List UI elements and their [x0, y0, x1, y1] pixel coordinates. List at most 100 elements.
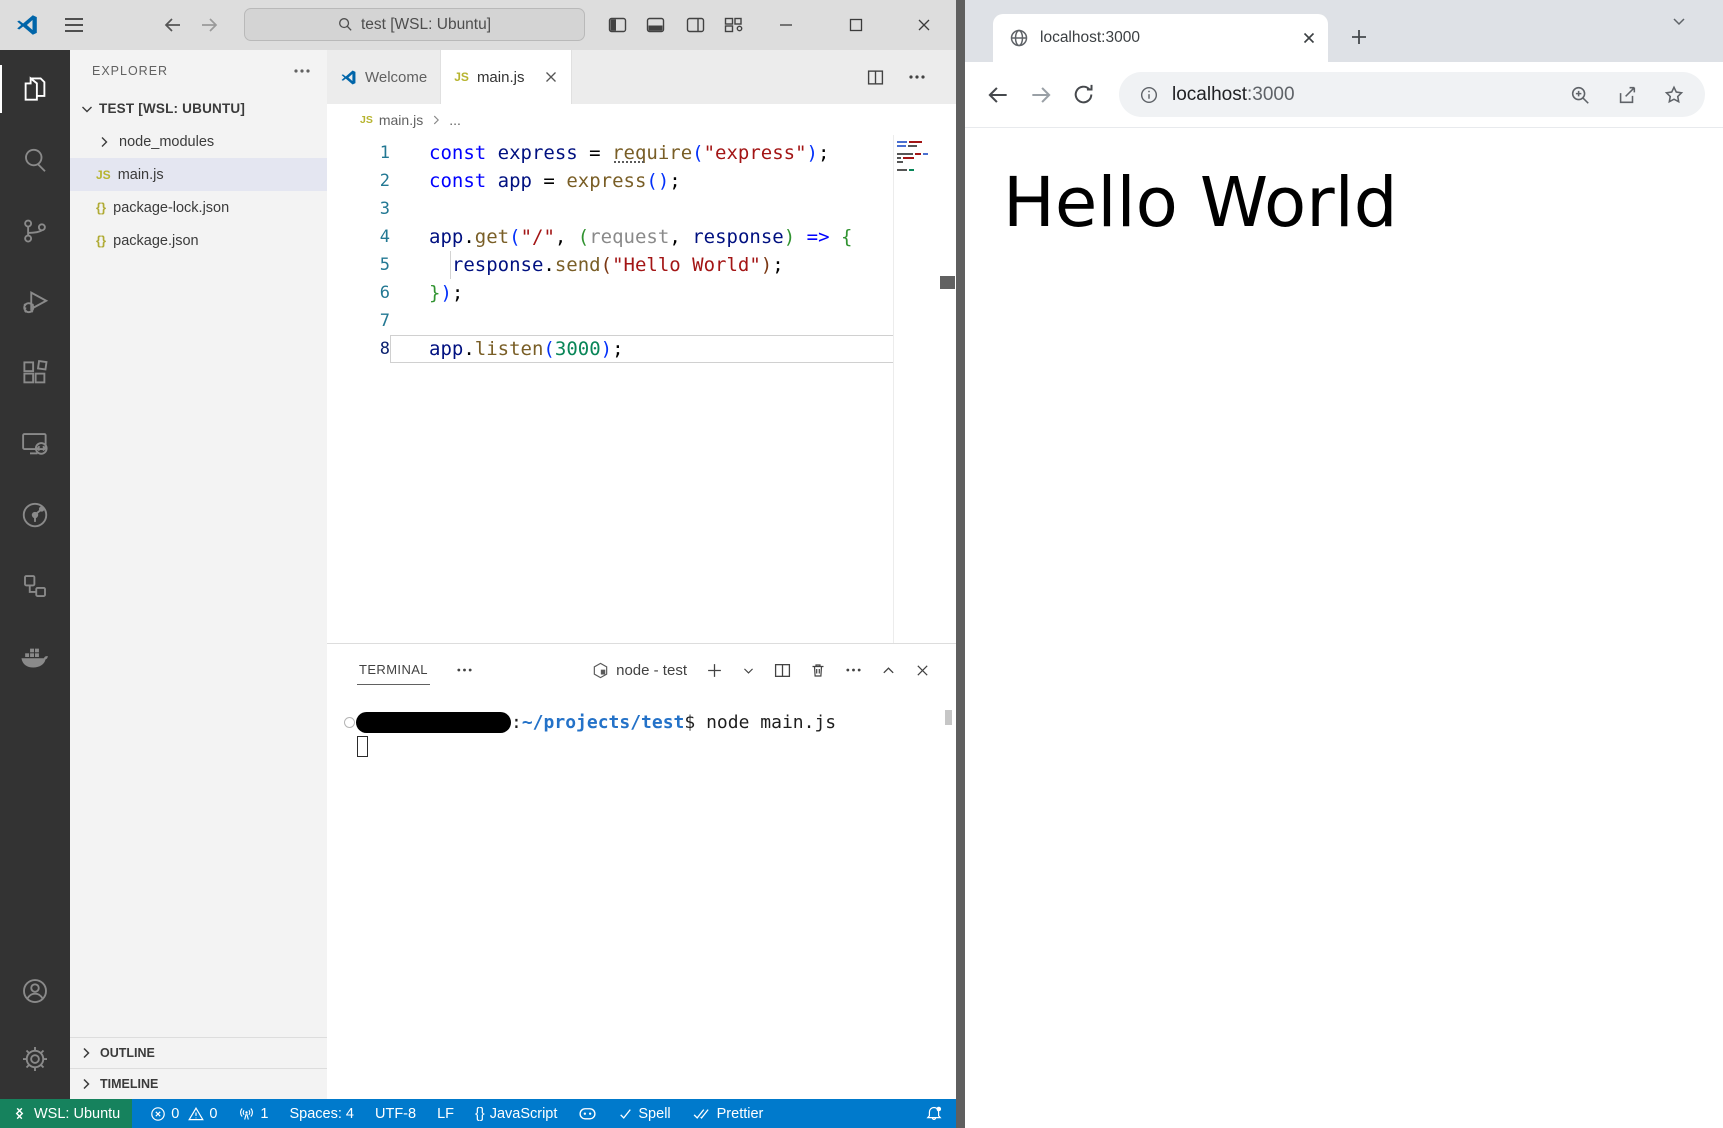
code-line[interactable]: 3	[327, 195, 894, 223]
code-token: ()	[646, 170, 669, 192]
breadcrumb-symbol[interactable]: ...	[449, 112, 461, 128]
line-content[interactable]	[390, 195, 894, 223]
explorer-more-icon[interactable]	[293, 68, 311, 74]
terminal-scrollbar-thumb[interactable]	[945, 710, 952, 725]
search-icon[interactable]	[0, 145, 70, 175]
eol-indicator[interactable]: LF	[437, 1106, 454, 1122]
split-editor-icon[interactable]	[867, 69, 884, 86]
language-indicator[interactable]: {} JavaScript	[475, 1106, 557, 1122]
account-icon[interactable]	[0, 976, 70, 1006]
ports-indicator[interactable]: 1	[238, 1106, 268, 1122]
editor-scrollbar-thumb[interactable]	[940, 276, 955, 289]
extensions-icon[interactable]	[0, 358, 70, 388]
customize-layout-icon[interactable]	[724, 16, 744, 34]
window-close-icon[interactable]	[915, 16, 933, 34]
code-line[interactable]: 5 response.send("Hello World");	[327, 251, 894, 279]
menu-icon[interactable]	[63, 15, 85, 35]
tab-welcome[interactable]: Welcome	[327, 50, 441, 104]
tree-item-main-js[interactable]: JS main.js	[70, 158, 327, 191]
browser-tab-close-icon[interactable]	[1302, 31, 1316, 45]
tree-item-node-modules[interactable]: node_modules	[70, 125, 327, 158]
line-content[interactable]: const app = express();	[390, 167, 894, 195]
code-line[interactable]: 6});	[327, 279, 894, 307]
timeline-section[interactable]: TIMELINE	[70, 1068, 327, 1099]
source-control-icon[interactable]	[0, 216, 70, 246]
browser-tab[interactable]: localhost:3000	[993, 14, 1328, 62]
code-line[interactable]: 8app.listen(3000);	[327, 335, 894, 363]
close-panel-icon[interactable]	[915, 663, 930, 678]
line-content[interactable]: response.send("Hello World");	[390, 251, 894, 279]
hierarchy-icon[interactable]	[0, 571, 70, 601]
terminal-dropdown-icon[interactable]	[742, 664, 755, 677]
terminal-shell-label[interactable]: node - test	[616, 662, 687, 679]
encoding-indicator[interactable]: UTF-8	[375, 1106, 416, 1122]
toggle-panel-icon[interactable]	[646, 16, 665, 34]
nav-forward-icon[interactable]	[198, 14, 220, 36]
panel-more-icon[interactable]	[456, 667, 473, 673]
line-content[interactable]	[390, 307, 894, 335]
command-decoration-icon[interactable]	[344, 717, 355, 728]
line-content[interactable]: app.get("/", (request, response) => {	[390, 223, 894, 251]
remote-explorer-icon[interactable]	[0, 429, 70, 459]
breadcrumb-file[interactable]: main.js	[379, 112, 423, 128]
line-content[interactable]: });	[390, 279, 894, 307]
explorer-icon[interactable]	[0, 74, 70, 104]
nav-back-icon[interactable]	[162, 14, 184, 36]
toggle-secondary-sidebar-icon[interactable]	[686, 16, 705, 34]
remote-indicator[interactable]: WSL: Ubuntu	[0, 1099, 132, 1128]
tab-search-chevron-icon[interactable]	[1669, 12, 1689, 32]
code-token: (	[601, 254, 612, 276]
toggle-sidebar-icon[interactable]	[608, 16, 627, 34]
line-content[interactable]: app.listen(3000);	[390, 335, 894, 363]
browser-reload-icon[interactable]	[1071, 82, 1096, 107]
code-line[interactable]: 1const express = require("express");	[327, 139, 894, 167]
window-maximize-icon[interactable]	[847, 16, 865, 34]
line-content[interactable]: const express = require("express");	[390, 139, 894, 167]
prettier-indicator[interactable]: Prettier	[692, 1106, 764, 1122]
spell-indicator[interactable]: Spell	[618, 1106, 670, 1122]
notifications-bell-icon[interactable]	[925, 1105, 943, 1123]
panel-tab-terminal[interactable]: TERMINAL	[357, 655, 430, 685]
breadcrumb[interactable]: JS main.js ...	[327, 104, 956, 135]
run-debug-icon[interactable]	[0, 287, 70, 317]
tab-close-icon[interactable]	[544, 70, 558, 84]
code-line[interactable]: 7	[327, 307, 894, 335]
zoom-icon[interactable]	[1569, 84, 1591, 106]
terminal-content[interactable]: :~/projects/test$ node main.js	[327, 696, 956, 1099]
gitlens-icon[interactable]	[0, 500, 70, 530]
problems-indicator[interactable]: 0 0	[150, 1106, 217, 1122]
tree-item-package-json[interactable]: {} package.json	[70, 224, 327, 257]
panel-actions-more-icon[interactable]	[845, 667, 862, 673]
prettier-label: Prettier	[717, 1106, 764, 1122]
address-bar[interactable]: localhost:3000	[1119, 72, 1705, 117]
new-tab-icon[interactable]	[1349, 27, 1369, 47]
docker-icon[interactable]	[0, 642, 70, 672]
split-terminal-icon[interactable]	[774, 662, 791, 679]
outline-section[interactable]: OUTLINE	[70, 1037, 327, 1068]
browser-forward-icon[interactable]	[1028, 82, 1054, 108]
browser-back-icon[interactable]	[985, 82, 1011, 108]
copilot-icon	[578, 1105, 597, 1122]
maximize-panel-icon[interactable]	[881, 663, 896, 678]
url-text[interactable]: localhost:3000	[1172, 84, 1295, 106]
workspace-root-item[interactable]: TEST [WSL: UBUNTU]	[70, 92, 327, 125]
share-icon[interactable]	[1616, 84, 1638, 106]
tab-main-js[interactable]: JS main.js	[441, 50, 572, 104]
window-minimize-icon[interactable]	[777, 16, 795, 34]
code-line[interactable]: 4app.get("/", (request, response) => {	[327, 223, 894, 251]
copilot-indicator[interactable]	[578, 1105, 597, 1122]
bookmark-star-icon[interactable]	[1663, 84, 1685, 106]
code-line[interactable]: 2const app = express();	[327, 167, 894, 195]
indent-indicator[interactable]: Spaces: 4	[289, 1106, 354, 1122]
code-token: )	[440, 282, 451, 304]
settings-gear-icon[interactable]	[0, 1044, 70, 1074]
kill-terminal-icon[interactable]	[810, 662, 826, 679]
code-token: (	[543, 338, 554, 360]
minimap[interactable]	[893, 135, 939, 643]
editor-more-icon[interactable]	[908, 74, 926, 80]
tree-item-package-lock[interactable]: {} package-lock.json	[70, 191, 327, 224]
chevron-right-icon	[78, 1045, 94, 1061]
site-info-icon[interactable]	[1139, 85, 1159, 105]
new-terminal-icon[interactable]	[706, 662, 723, 679]
command-center-search[interactable]: test [WSL: Ubuntu]	[244, 8, 585, 41]
